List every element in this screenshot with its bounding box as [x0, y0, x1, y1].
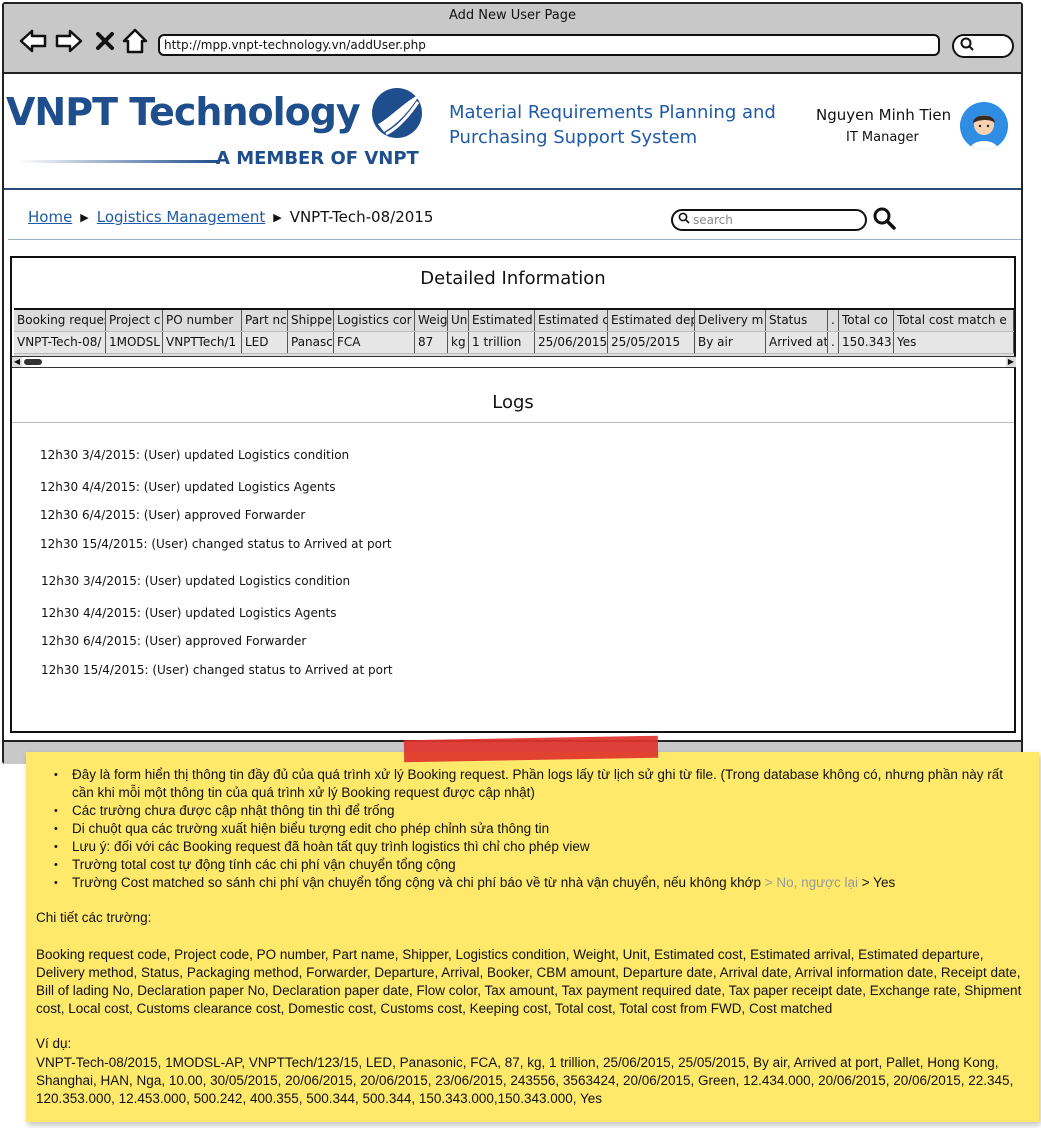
search-button-icon[interactable]	[872, 206, 896, 236]
table-cell[interactable]: 150.343.	[839, 332, 894, 353]
system-title: Material Requirements Planning and Purch…	[449, 102, 776, 148]
forward-arrow-icon[interactable]	[54, 26, 84, 56]
detail-panel: Detailed Information Booking request Pro…	[10, 256, 1016, 733]
log-entry: 12h30 4/4/2015: (User) updated Logistics…	[41, 606, 337, 620]
logs-divider	[12, 422, 1014, 423]
logo-text: VNPT Technology	[6, 90, 361, 134]
column-header[interactable]: Weig	[415, 310, 448, 331]
table-cell[interactable]: 1MODSL	[106, 332, 163, 353]
table-cell[interactable]: Arrived at	[766, 332, 828, 353]
table-cell[interactable]: FCA	[334, 332, 415, 353]
log-entry: 12h30 3/4/2015: (User) updated Logistics…	[40, 448, 350, 462]
note-bullet: Trường Cost matched so sánh chi phí vận …	[50, 874, 1025, 892]
chevron-right-icon: ▶	[80, 210, 89, 224]
table-cell[interactable]: By air	[695, 332, 766, 353]
tape-decoration	[403, 735, 659, 763]
column-header[interactable]: Project c	[106, 310, 163, 331]
note-example-label: Ví dụ:	[36, 1036, 72, 1051]
table-row: VNPT-Tech-08/ 1MODSL VNPTTech/1 LED Pana…	[14, 332, 1014, 354]
search-icon	[678, 211, 690, 229]
column-header[interactable]: .	[828, 310, 839, 331]
logs-title: Logs	[492, 392, 534, 413]
breadcrumb-section-link[interactable]: Logistics Management	[97, 208, 265, 226]
table-header-row: Booking request Project c PO number Part…	[14, 310, 1014, 332]
table-cell[interactable]: .	[828, 332, 839, 353]
table-cell[interactable]: VNPT-Tech-08/	[14, 332, 106, 353]
user-name: Nguyen Minh Tien	[816, 106, 952, 124]
user-avatar-icon[interactable]	[960, 102, 1008, 150]
note-fields-heading: Chi tiết các trường:	[36, 910, 152, 925]
detail-title: Detailed Information	[420, 268, 606, 289]
column-header[interactable]: Part nc	[242, 310, 288, 331]
breadcrumb: Home ▶ Logistics Management ▶ VNPT-Tech-…	[28, 208, 433, 226]
breadcrumb-current: VNPT-Tech-08/2015	[289, 208, 434, 226]
scroll-thumb[interactable]	[24, 359, 42, 365]
table-cell[interactable]: 87	[415, 332, 448, 353]
breadcrumb-home-link[interactable]: Home	[28, 208, 72, 226]
logo-underline	[18, 160, 218, 163]
note-bullet: Di chuột qua các trường xuất hiện biểu t…	[50, 820, 1025, 838]
close-icon[interactable]	[90, 26, 120, 56]
horizontal-scrollbar[interactable]: ◀ ▶	[12, 356, 1016, 368]
column-header[interactable]: PO number	[163, 310, 242, 331]
url-bar[interactable]: http://mpp.vnpt-technology.vn/addUser.ph…	[158, 34, 940, 56]
note-fields-list: Booking request code, Project code, PO n…	[36, 947, 1022, 1016]
note-bullet: Lưu ý: đối với các Booking request đã ho…	[50, 838, 1025, 856]
note-example: VNPT-Tech-08/2015, 1MODSL-AP, VNPTTech/1…	[36, 1055, 1014, 1106]
note-bullet-gray-text: > No, ngược lại	[764, 875, 859, 890]
note-bullet: Trường total cost tự động tính các chi p…	[50, 856, 1025, 874]
log-entry: 12h30 6/4/2015: (User) approved Forwarde…	[41, 634, 307, 648]
log-entry: 12h30 3/4/2015: (User) updated Logistics…	[41, 574, 351, 588]
table-cell[interactable]: 25/05/2015	[608, 332, 695, 353]
log-entry: 12h30 4/4/2015: (User) updated Logistics…	[40, 480, 336, 494]
column-header[interactable]: Estimated c	[535, 310, 608, 331]
column-header[interactable]: Un	[448, 310, 469, 331]
column-header[interactable]: Logistics cor	[334, 310, 415, 331]
log-entry: 12h30 15/4/2015: (User) changed status t…	[41, 663, 393, 677]
back-arrow-icon[interactable]	[18, 26, 48, 56]
table-cell[interactable]: Yes	[894, 332, 1014, 353]
table-cell[interactable]: 25/06/2015	[535, 332, 608, 353]
search-placeholder: search	[693, 213, 733, 227]
logo-swoosh-icon	[368, 84, 426, 142]
scroll-left-arrow-icon[interactable]: ◀	[12, 357, 22, 367]
log-entry: 12h30 6/4/2015: (User) approved Forwarde…	[40, 508, 306, 522]
column-header[interactable]: Status	[766, 310, 828, 331]
column-header[interactable]: Estimated	[469, 310, 535, 331]
table-cell[interactable]: kg	[448, 332, 469, 353]
column-header[interactable]: Delivery m	[695, 310, 766, 331]
browser-window: Add New User Page http://mpp.vnpt-techno…	[2, 2, 1023, 764]
detail-table: Booking request Project c PO number Part…	[14, 308, 1014, 356]
column-header[interactable]: Estimated dep	[608, 310, 695, 331]
note-bullet: Các trường chưa được cập nhật thông tin …	[50, 802, 1025, 820]
page-content: VNPT Technology A MEMBER OF VNPT Materia…	[4, 76, 1021, 764]
header-divider	[4, 188, 1021, 190]
breadcrumb-divider	[8, 239, 1021, 240]
table-cell[interactable]: Panasc	[288, 332, 334, 353]
column-header[interactable]: Shippe	[288, 310, 334, 331]
search-icon	[960, 37, 974, 55]
home-icon[interactable]	[120, 26, 150, 56]
browser-search-field[interactable]	[952, 34, 1014, 58]
logo-subtitle: A MEMBER OF VNPT	[216, 148, 419, 169]
table-cell[interactable]: LED	[242, 332, 288, 353]
browser-titlebar: Add New User Page http://mpp.vnpt-techno…	[4, 4, 1021, 74]
table-cell[interactable]: VNPTTech/1	[163, 332, 242, 353]
column-header[interactable]: Total cost match e	[894, 310, 1014, 331]
column-header[interactable]: Total co	[839, 310, 894, 331]
log-entry: 12h30 15/4/2015: (User) changed status t…	[40, 537, 392, 551]
user-role: IT Manager	[846, 130, 919, 145]
table-cell[interactable]: 1 trillion	[469, 332, 535, 353]
note-bullet: Đây là form hiển thị thông tin đầy đủ củ…	[50, 766, 1025, 802]
note-bullet-text-end: > Yes	[858, 875, 896, 890]
window-title: Add New User Page	[448, 8, 577, 23]
search-input[interactable]: search	[671, 209, 867, 231]
chevron-right-icon: ▶	[273, 210, 282, 224]
column-header[interactable]: Booking request	[14, 310, 106, 331]
note-bullet-text: Trường Cost matched so sánh chi phí vận …	[72, 875, 765, 890]
note-bullet-list: Đây là form hiển thị thông tin đầy đủ củ…	[50, 766, 1025, 892]
scroll-right-arrow-icon[interactable]: ▶	[1006, 357, 1016, 367]
sticky-note: Đây là form hiển thị thông tin đầy đủ củ…	[26, 735, 1039, 1122]
